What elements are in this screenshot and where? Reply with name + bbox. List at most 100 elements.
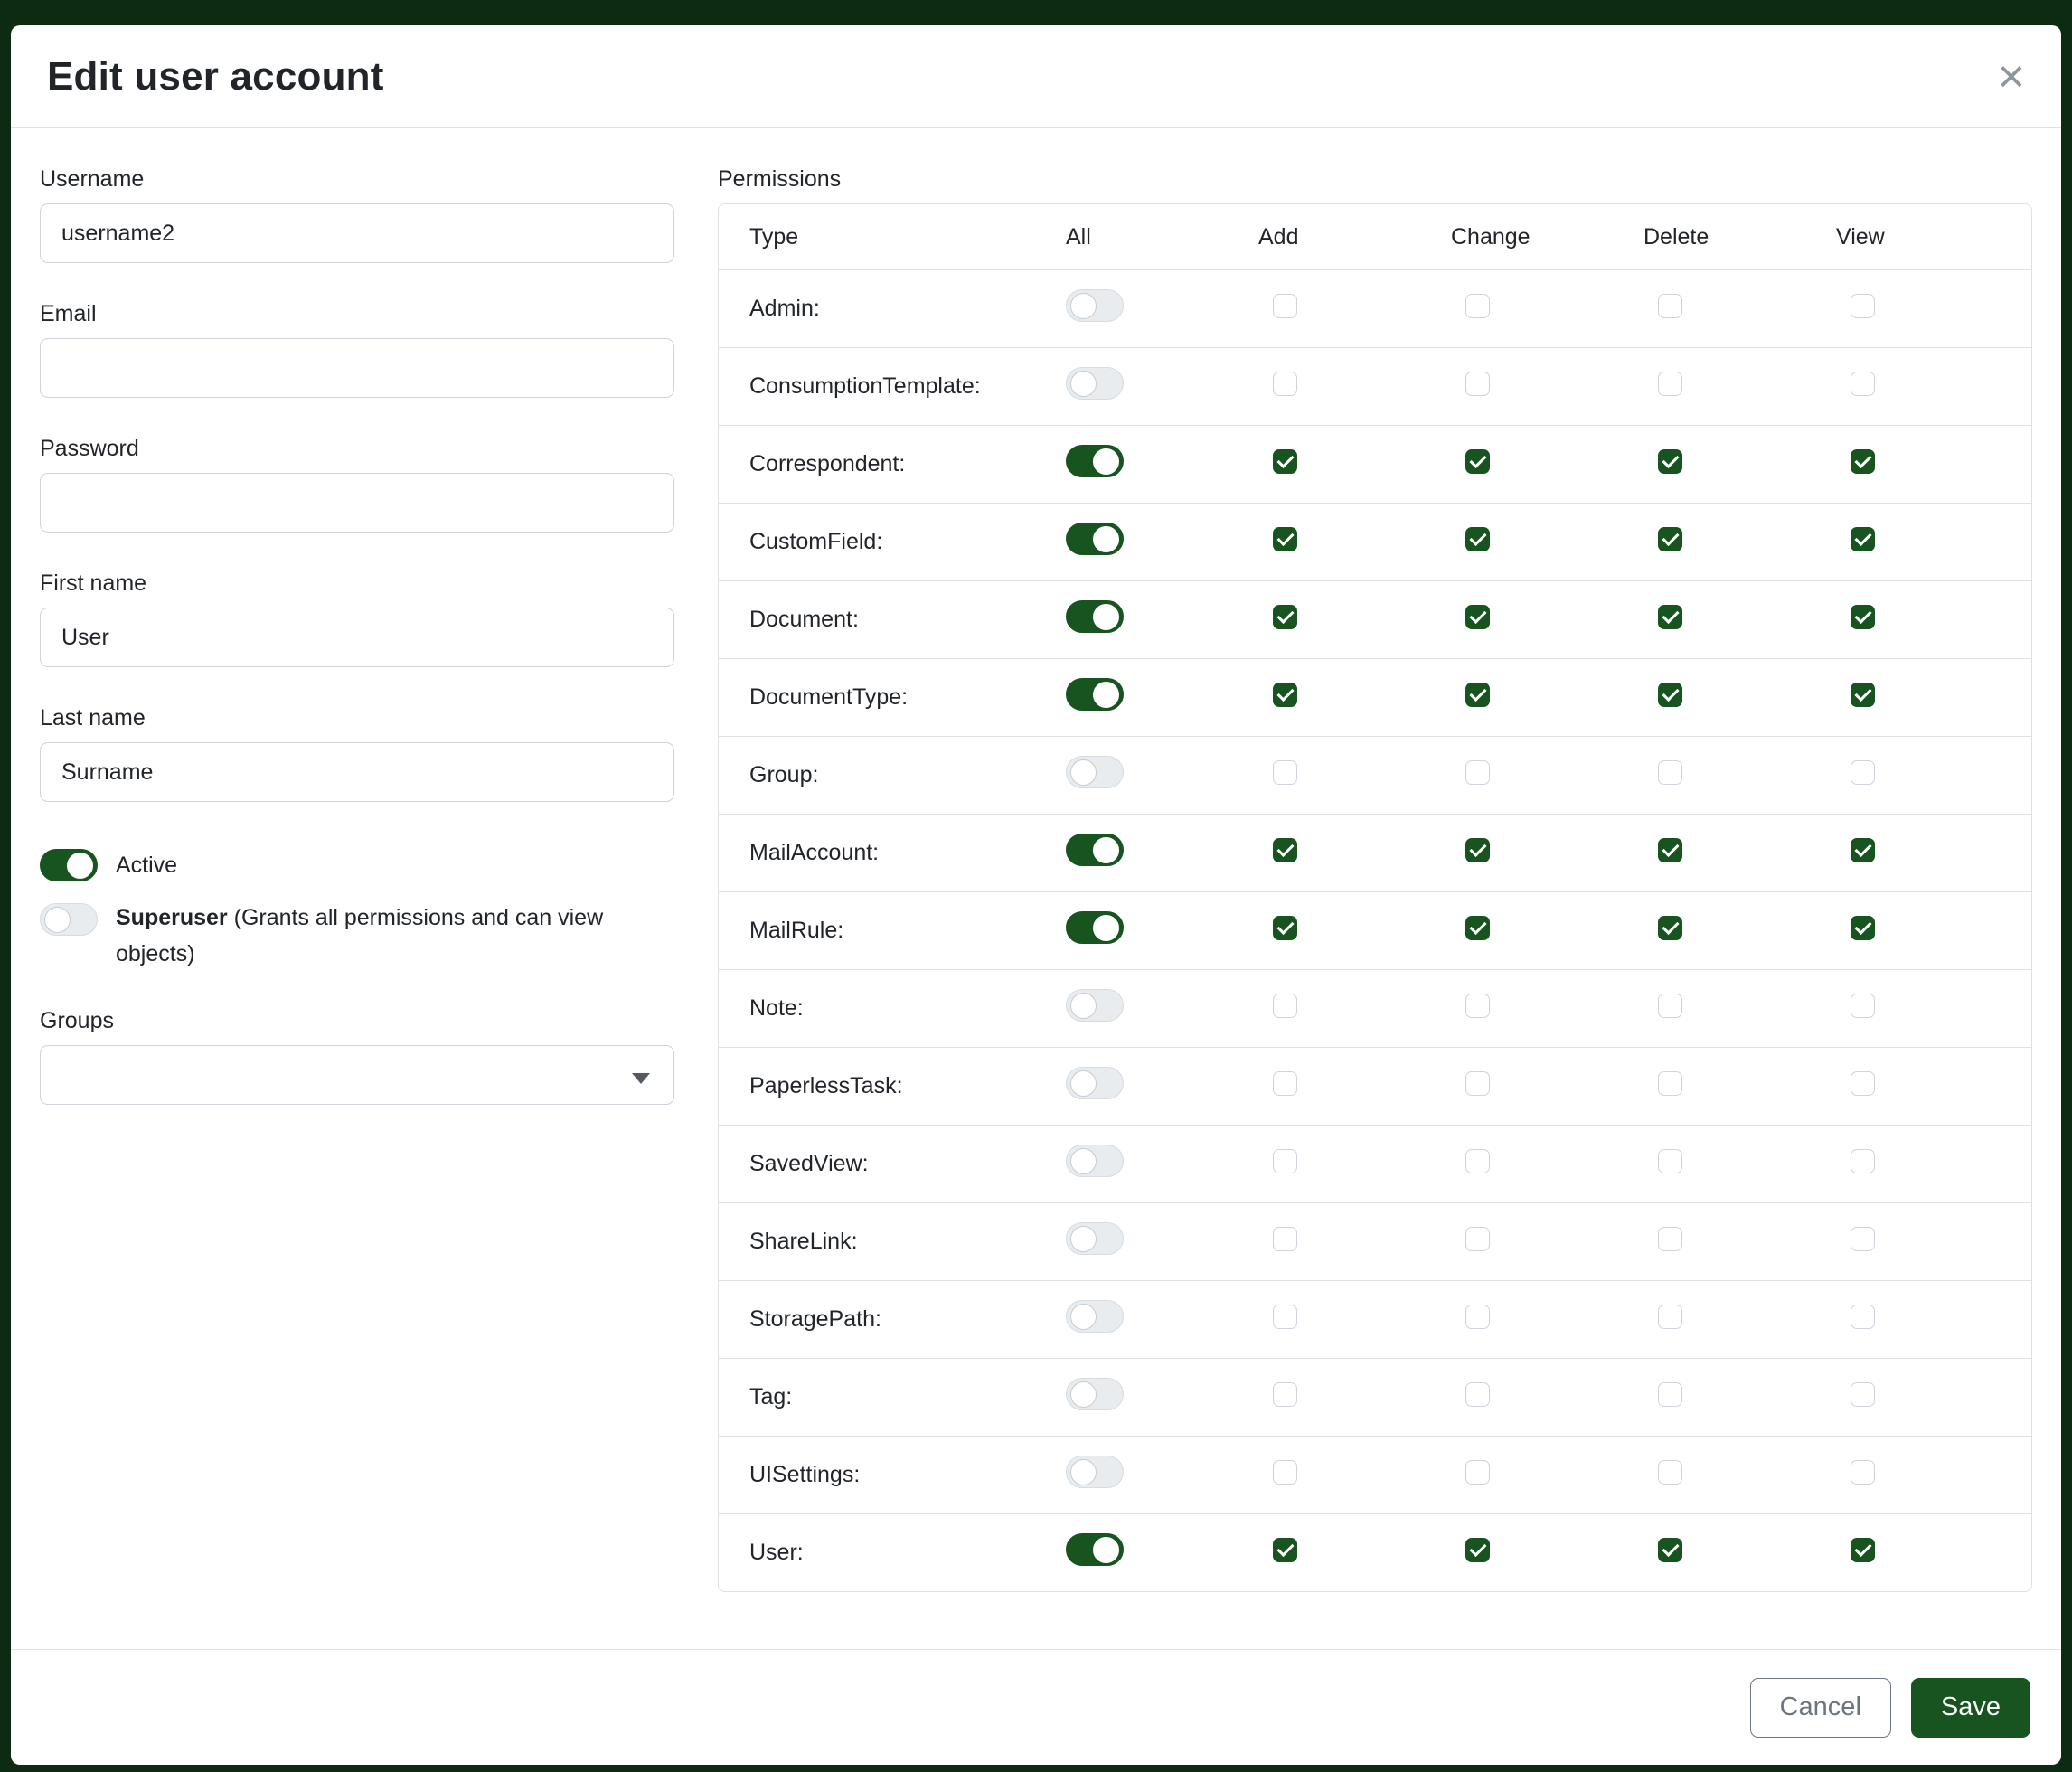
perm-change-checkbox[interactable] (1465, 605, 1490, 629)
perm-view-checkbox[interactable] (1851, 916, 1875, 940)
perm-all-toggle[interactable] (1066, 289, 1124, 322)
perm-all-toggle[interactable] (1066, 1222, 1124, 1255)
perm-change-checkbox[interactable] (1465, 527, 1490, 551)
perm-delete-checkbox[interactable] (1658, 449, 1682, 474)
perm-all-toggle[interactable] (1066, 756, 1124, 788)
perm-add-checkbox[interactable] (1273, 449, 1297, 474)
perm-add-checkbox[interactable] (1273, 527, 1297, 551)
perm-delete-checkbox[interactable] (1658, 1071, 1682, 1096)
perm-change-checkbox[interactable] (1465, 916, 1490, 940)
perm-change-checkbox[interactable] (1465, 1305, 1490, 1329)
perm-add-checkbox[interactable] (1273, 994, 1297, 1018)
perm-view-checkbox[interactable] (1851, 760, 1875, 785)
perm-change-checkbox[interactable] (1465, 1149, 1490, 1173)
perm-view-checkbox[interactable] (1851, 1227, 1875, 1251)
perm-delete-checkbox[interactable] (1658, 683, 1682, 707)
perm-view-checkbox[interactable] (1851, 1538, 1875, 1562)
perm-delete-checkbox[interactable] (1658, 1538, 1682, 1562)
perm-all-toggle[interactable] (1066, 600, 1124, 633)
active-toggle[interactable] (40, 849, 98, 881)
perm-change-checkbox[interactable] (1465, 1382, 1490, 1407)
perm-add-checkbox[interactable] (1273, 916, 1297, 940)
perm-all-toggle[interactable] (1066, 911, 1124, 944)
permission-view-cell (1836, 605, 2029, 636)
perm-view-checkbox[interactable] (1851, 1071, 1875, 1096)
perm-all-toggle[interactable] (1066, 1300, 1124, 1333)
perm-delete-checkbox[interactable] (1658, 1382, 1682, 1407)
permission-type-label: UISettings: (719, 1462, 1066, 1488)
perm-delete-checkbox[interactable] (1658, 838, 1682, 862)
perm-all-toggle[interactable] (1066, 1378, 1124, 1410)
perm-delete-checkbox[interactable] (1658, 916, 1682, 940)
perm-add-checkbox[interactable] (1273, 1538, 1297, 1562)
last-name-field[interactable] (40, 742, 674, 802)
perm-delete-checkbox[interactable] (1658, 527, 1682, 551)
perm-all-toggle[interactable] (1066, 678, 1124, 711)
perm-view-checkbox[interactable] (1851, 838, 1875, 862)
perm-view-checkbox[interactable] (1851, 683, 1875, 707)
username-input[interactable] (40, 203, 674, 263)
close-icon[interactable]: × (1998, 53, 2025, 100)
perm-delete-checkbox[interactable] (1658, 1149, 1682, 1173)
perm-add-checkbox[interactable] (1273, 605, 1297, 629)
perm-all-toggle[interactable] (1066, 989, 1124, 1022)
perm-change-checkbox[interactable] (1465, 1538, 1490, 1562)
perm-all-toggle[interactable] (1066, 1533, 1124, 1566)
perm-view-checkbox[interactable] (1851, 449, 1875, 474)
perm-add-checkbox[interactable] (1273, 1305, 1297, 1329)
perm-change-checkbox[interactable] (1465, 683, 1490, 707)
perm-change-checkbox[interactable] (1465, 372, 1490, 396)
email-field[interactable] (40, 338, 674, 398)
perm-all-toggle[interactable] (1066, 445, 1124, 477)
perm-all-toggle[interactable] (1066, 1456, 1124, 1488)
perm-view-checkbox[interactable] (1851, 1305, 1875, 1329)
save-button[interactable]: Save (1911, 1678, 2030, 1738)
perm-view-checkbox[interactable] (1851, 294, 1875, 318)
first-name-field[interactable] (40, 608, 674, 667)
perm-add-checkbox[interactable] (1273, 838, 1297, 862)
perm-all-toggle[interactable] (1066, 523, 1124, 555)
perm-add-checkbox[interactable] (1273, 1382, 1297, 1407)
perm-change-checkbox[interactable] (1465, 449, 1490, 474)
perm-change-checkbox[interactable] (1465, 1460, 1490, 1485)
perm-view-checkbox[interactable] (1851, 372, 1875, 396)
perm-all-toggle[interactable] (1066, 834, 1124, 866)
perm-add-checkbox[interactable] (1273, 760, 1297, 785)
password-field[interactable] (40, 473, 674, 533)
perm-view-checkbox[interactable] (1851, 1460, 1875, 1485)
perm-delete-checkbox[interactable] (1658, 372, 1682, 396)
perm-add-checkbox[interactable] (1273, 683, 1297, 707)
perm-change-checkbox[interactable] (1465, 760, 1490, 785)
perm-add-checkbox[interactable] (1273, 1227, 1297, 1251)
perm-delete-checkbox[interactable] (1658, 1305, 1682, 1329)
perm-add-checkbox[interactable] (1273, 1149, 1297, 1173)
perm-view-checkbox[interactable] (1851, 1382, 1875, 1407)
perm-change-checkbox[interactable] (1465, 294, 1490, 318)
perm-view-checkbox[interactable] (1851, 994, 1875, 1018)
perm-change-checkbox[interactable] (1465, 1071, 1490, 1096)
perm-view-checkbox[interactable] (1851, 605, 1875, 629)
perm-delete-checkbox[interactable] (1658, 994, 1682, 1018)
perm-change-checkbox[interactable] (1465, 994, 1490, 1018)
groups-select[interactable] (40, 1045, 674, 1105)
cancel-button[interactable]: Cancel (1750, 1678, 1891, 1738)
perm-add-checkbox[interactable] (1273, 372, 1297, 396)
perm-all-toggle[interactable] (1066, 1067, 1124, 1099)
perm-delete-checkbox[interactable] (1658, 1460, 1682, 1485)
perm-view-checkbox[interactable] (1851, 527, 1875, 551)
perm-add-checkbox[interactable] (1273, 294, 1297, 318)
perm-add-checkbox[interactable] (1273, 1071, 1297, 1096)
permission-type-label: Document: (719, 607, 1066, 633)
perm-change-checkbox[interactable] (1465, 838, 1490, 862)
perm-delete-checkbox[interactable] (1658, 760, 1682, 785)
perm-delete-checkbox[interactable] (1658, 294, 1682, 318)
perm-change-checkbox[interactable] (1465, 1227, 1490, 1251)
perm-view-checkbox[interactable] (1851, 1149, 1875, 1173)
perm-delete-checkbox[interactable] (1658, 1227, 1682, 1251)
perm-all-toggle[interactable] (1066, 1145, 1124, 1177)
perm-delete-checkbox[interactable] (1658, 605, 1682, 629)
perm-all-toggle[interactable] (1066, 367, 1124, 400)
permission-row: User: (719, 1513, 2031, 1591)
perm-add-checkbox[interactable] (1273, 1460, 1297, 1485)
superuser-toggle[interactable] (40, 903, 98, 936)
